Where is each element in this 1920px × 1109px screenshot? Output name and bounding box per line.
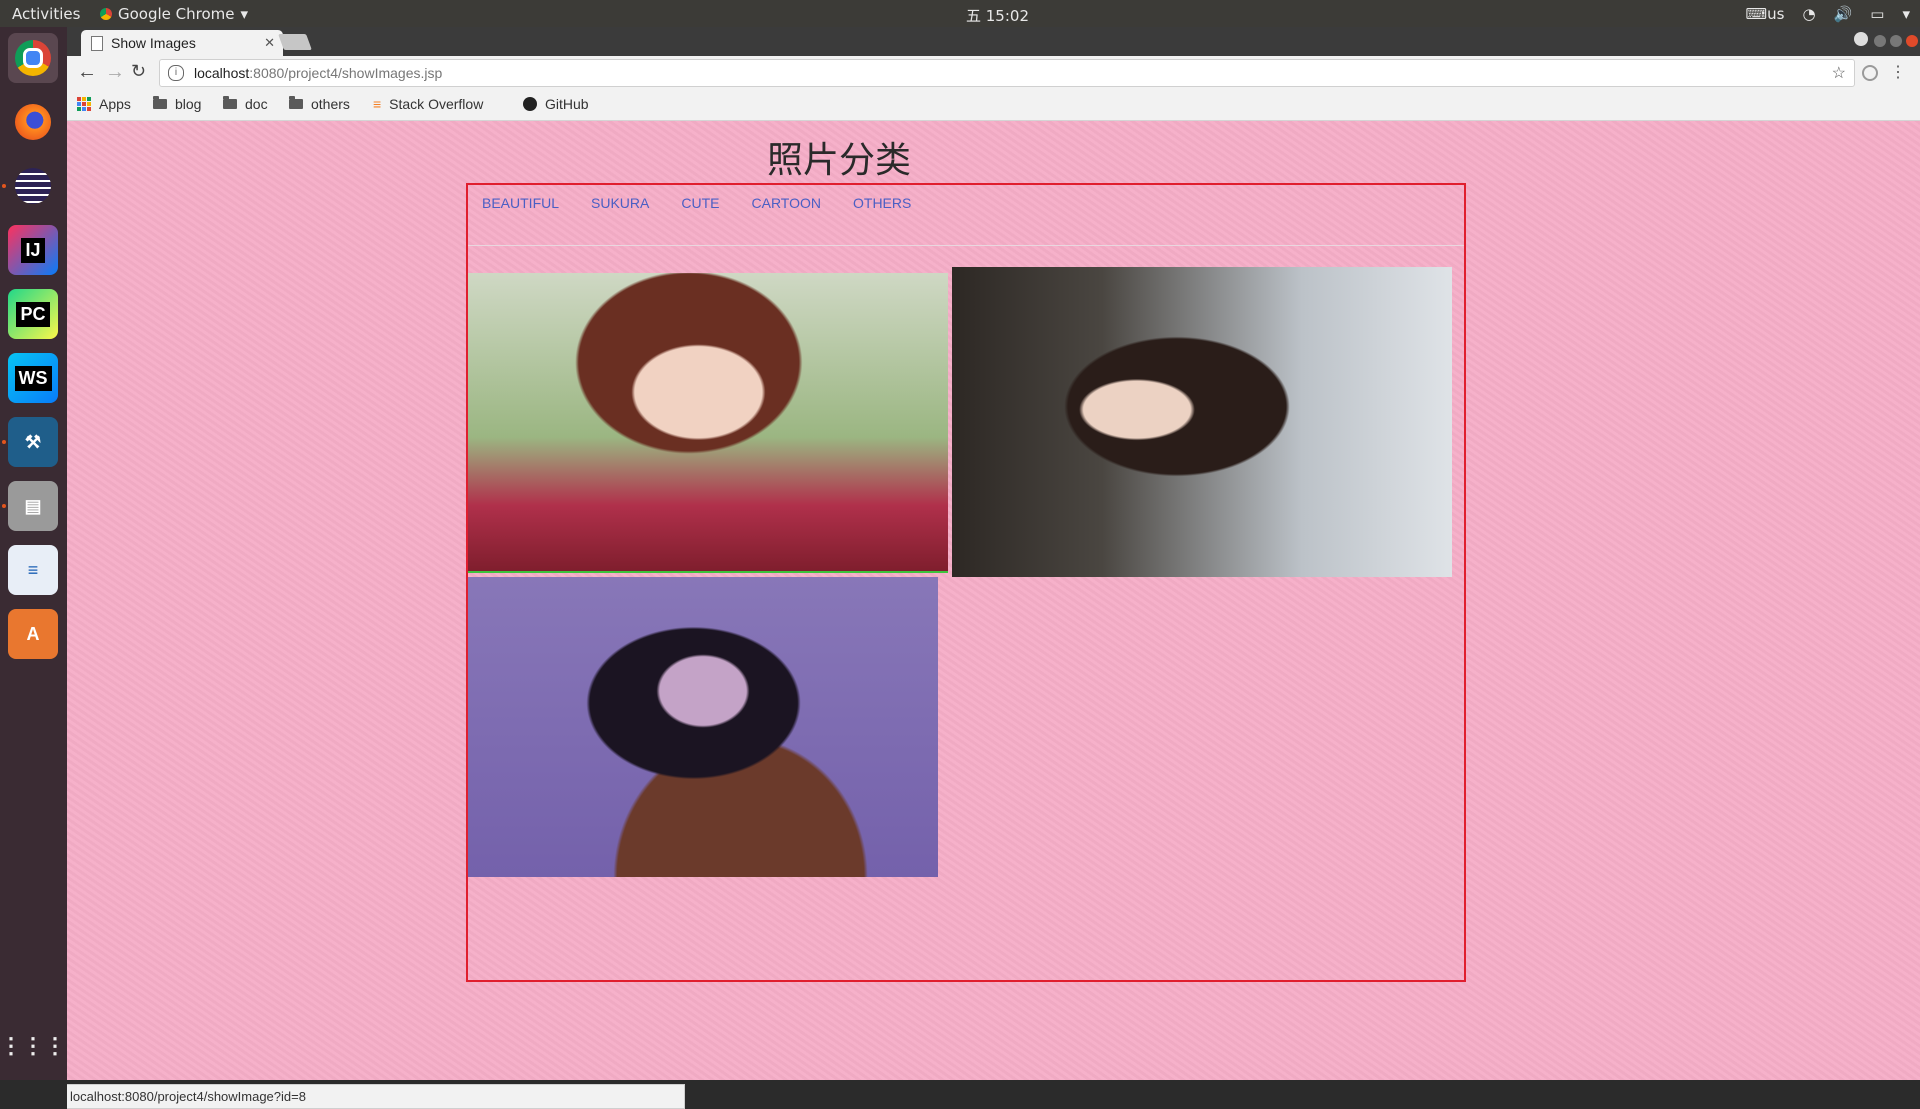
info-icon[interactable]: i bbox=[168, 65, 184, 81]
maximize-button[interactable] bbox=[1890, 35, 1902, 47]
activities-button[interactable]: Activities bbox=[12, 5, 80, 23]
running-indicator bbox=[2, 504, 6, 508]
close-window-button[interactable] bbox=[1906, 35, 1918, 47]
extension-icon[interactable] bbox=[1862, 65, 1878, 81]
bookmark-doc[interactable]: doc bbox=[223, 96, 268, 112]
bookmark-apps[interactable]: Apps bbox=[77, 96, 131, 112]
url-host: localhost bbox=[194, 65, 250, 81]
minimize-button[interactable] bbox=[1874, 35, 1886, 47]
app-name: Google Chrome bbox=[118, 5, 235, 23]
app-menu[interactable]: Google Chrome ▾ bbox=[100, 5, 248, 23]
wifi-icon[interactable]: ◔ bbox=[1803, 5, 1816, 23]
running-indicator bbox=[2, 184, 6, 188]
clock[interactable]: 五 15:02 bbox=[966, 5, 1029, 26]
reload-icon[interactable]: ↻ bbox=[131, 61, 146, 82]
category-link-sukura[interactable]: SUKURA bbox=[591, 195, 649, 211]
gallery-photo[interactable] bbox=[468, 577, 938, 877]
bookmark-label: GitHub bbox=[545, 96, 589, 112]
power-menu-icon[interactable]: ▾ bbox=[1902, 5, 1910, 23]
webstorm-icon[interactable]: WS bbox=[8, 353, 58, 403]
chrome-icon[interactable] bbox=[8, 33, 58, 83]
bookmark-label: Stack Overflow bbox=[389, 96, 484, 112]
tab-title: Show Images bbox=[111, 35, 196, 51]
category-link-others[interactable]: OTHERS bbox=[853, 195, 911, 211]
chevron-down-icon: ▾ bbox=[240, 5, 249, 23]
chrome-small-icon bbox=[100, 8, 112, 20]
close-icon[interactable]: ✕ bbox=[264, 35, 275, 51]
bookmark-others[interactable]: others bbox=[289, 96, 350, 112]
running-indicator bbox=[2, 440, 6, 444]
eclipse-icon[interactable] bbox=[8, 161, 58, 211]
page-icon bbox=[91, 35, 103, 51]
profile-icon[interactable] bbox=[1854, 32, 1868, 46]
status-bar: localhost:8080/project4/showImage?id=8 bbox=[67, 1084, 685, 1109]
intellij-icon[interactable]: IJ bbox=[8, 225, 58, 275]
launcher: IJ PC WS ⚒ ▤ ≡ A ⋮⋮⋮ bbox=[0, 27, 68, 1080]
bookmark-star-icon[interactable]: ☆ bbox=[1832, 63, 1846, 83]
keyboard-layout[interactable]: ⌨us bbox=[1746, 5, 1785, 23]
bookmark-stack-overflow[interactable]: ≡ Stack Overflow bbox=[373, 96, 483, 112]
status-url: localhost:8080/project4/showImage?id=8 bbox=[70, 1089, 306, 1104]
pycharm-icon[interactable]: PC bbox=[8, 289, 58, 339]
gallery-photo[interactable] bbox=[468, 273, 948, 573]
category-nav: BEAUTIFUL SUKURA CUTE CARTOON OTHERS bbox=[482, 195, 911, 211]
web-page: 照片分类 BEAUTIFUL SUKURA CUTE CARTOON OTHER… bbox=[67, 121, 1920, 1080]
tab-strip: Show Images ✕ bbox=[67, 27, 1920, 56]
menu-dots-icon[interactable]: ⋮ bbox=[1890, 62, 1906, 82]
bookmark-label: blog bbox=[175, 96, 202, 112]
files-icon[interactable]: ▤ bbox=[8, 481, 58, 531]
category-link-beautiful[interactable]: BEAUTIFUL bbox=[482, 195, 559, 211]
gallery-frame: BEAUTIFUL SUKURA CUTE CARTOON OTHERS bbox=[466, 183, 1466, 982]
bookmark-github[interactable]: GitHub bbox=[523, 96, 589, 112]
bookmarks-bar: Apps blog doc others ≡ Stack Overflow Git… bbox=[67, 90, 1920, 121]
writer-icon[interactable]: ≡ bbox=[8, 545, 58, 595]
bookmark-blog[interactable]: blog bbox=[153, 96, 201, 112]
address-bar[interactable]: i localhost:8080/project4/showImages.jsp… bbox=[159, 59, 1855, 87]
stack-overflow-icon: ≡ bbox=[373, 96, 382, 112]
system-tray[interactable]: ⌨us ◔ 🔊 ▭ ▾ bbox=[1746, 5, 1910, 23]
url-path: :8080/project4/showImages.jsp bbox=[249, 65, 443, 81]
bookmark-label: others bbox=[311, 96, 350, 112]
software-center-icon[interactable]: A bbox=[8, 609, 58, 659]
page-title: 照片分类 bbox=[767, 140, 912, 181]
github-icon bbox=[523, 97, 537, 111]
divider bbox=[468, 245, 1464, 246]
system-top-bar: Activities Google Chrome ▾ 五 15:02 ⌨us ◔… bbox=[0, 0, 1920, 27]
forward-arrow-icon[interactable]: → bbox=[105, 61, 125, 84]
firefox-icon[interactable] bbox=[8, 97, 58, 147]
folder-icon bbox=[153, 96, 167, 109]
folder-icon bbox=[223, 96, 237, 109]
apps-grid-icon bbox=[77, 97, 91, 111]
category-link-cute[interactable]: CUTE bbox=[681, 195, 719, 211]
bookmark-label: doc bbox=[245, 96, 268, 112]
tab-show-images[interactable]: Show Images ✕ bbox=[81, 30, 283, 56]
gallery-photo[interactable] bbox=[952, 267, 1452, 577]
new-tab-button[interactable] bbox=[278, 34, 312, 50]
back-arrow-icon[interactable]: ← bbox=[77, 61, 97, 84]
folder-icon bbox=[289, 96, 303, 109]
category-link-cartoon[interactable]: CARTOON bbox=[752, 195, 822, 211]
show-apps-icon[interactable]: ⋮⋮⋮ bbox=[0, 1021, 66, 1071]
volume-icon[interactable]: 🔊 bbox=[1834, 5, 1853, 23]
battery-icon[interactable]: ▭ bbox=[1870, 5, 1884, 23]
bookmark-label: Apps bbox=[99, 96, 131, 112]
browser-toolbar: ← → ↻ i localhost:8080/project4/showImag… bbox=[67, 56, 1920, 90]
mysql-workbench-icon[interactable]: ⚒ bbox=[8, 417, 58, 467]
chrome-window: Show Images ✕ ← → ↻ i localhost:8080/pro… bbox=[67, 27, 1920, 1109]
keyboard-icon: ⌨ bbox=[1745, 5, 1768, 23]
